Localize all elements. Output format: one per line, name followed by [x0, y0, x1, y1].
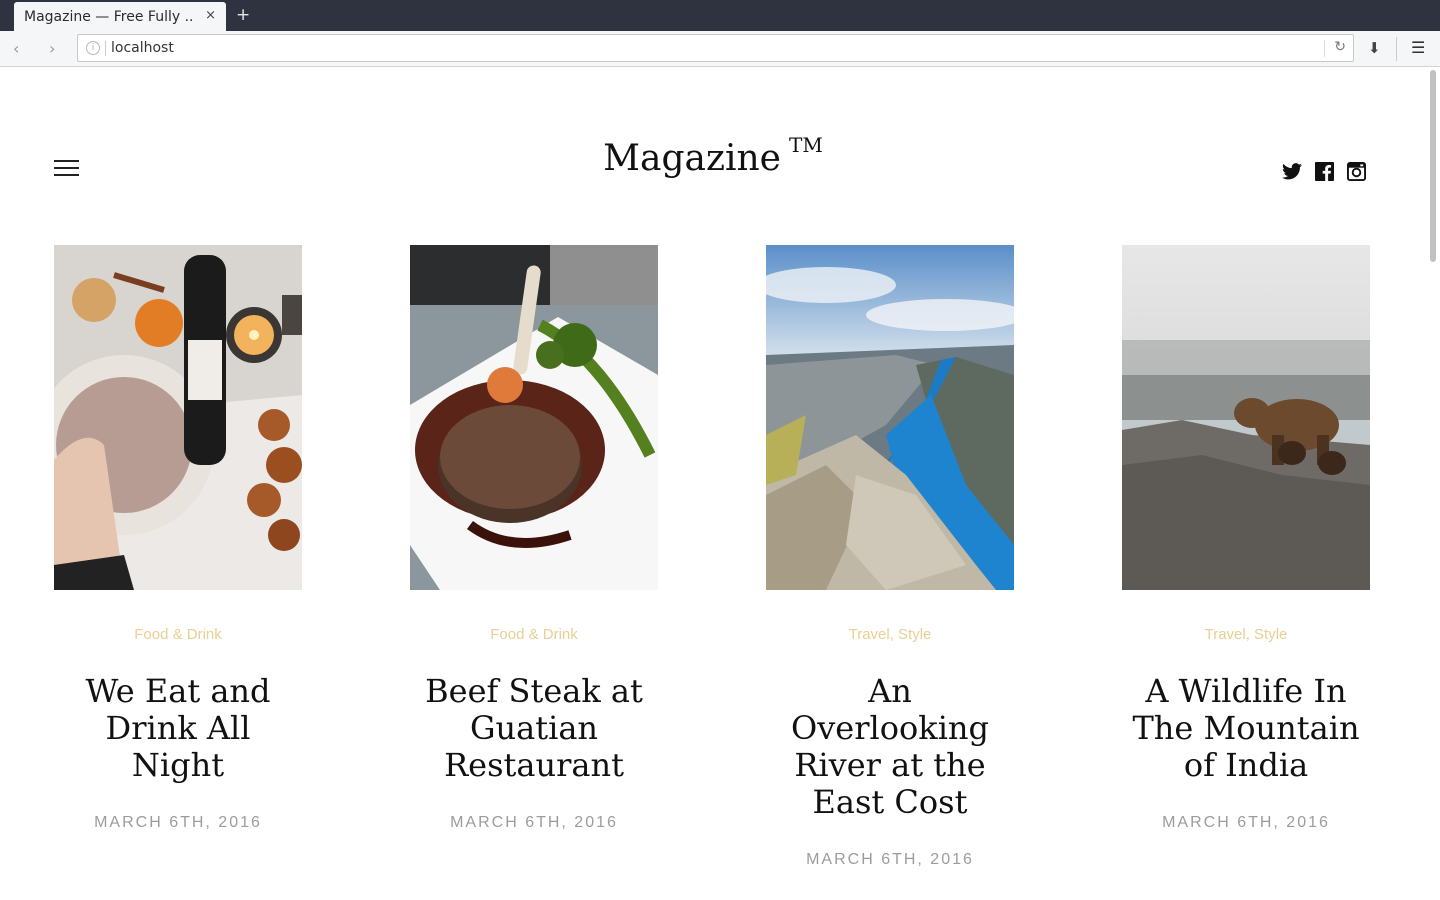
- facebook-icon[interactable]: [1314, 161, 1334, 181]
- reload-icon[interactable]: ↻: [1334, 39, 1346, 55]
- post-title[interactable]: A Wildlife In The Mountain of India: [1122, 673, 1370, 784]
- new-tab-button[interactable]: +: [236, 5, 250, 25]
- download-icon[interactable]: ⬇: [1368, 39, 1381, 57]
- post-card[interactable]: Food & Drink Beef Steak at Guatian Resta…: [410, 245, 658, 832]
- post-category[interactable]: Travel, Style: [1122, 626, 1370, 643]
- post-category[interactable]: Food & Drink: [410, 626, 658, 643]
- browser-menu-icon[interactable]: ☰: [1411, 38, 1425, 57]
- post-card[interactable]: Food & Drink We Eat and Drink All Night …: [54, 245, 302, 832]
- toolbar-divider: [1396, 37, 1397, 61]
- page-scrollbar[interactable]: [1426, 68, 1440, 900]
- post-title[interactable]: An Overlooking River at the East Cost: [766, 673, 1014, 821]
- forward-button[interactable]: ›: [49, 39, 55, 58]
- url-divider: [105, 41, 106, 56]
- post-card[interactable]: Travel, Style An Overlooking River at th…: [766, 245, 1014, 869]
- browser-navbar: ‹ › i localhost ↻ ⬇ ☰: [0, 31, 1440, 67]
- bear-mountain-photo[interactable]: [1122, 245, 1370, 590]
- close-tab-icon[interactable]: ×: [205, 8, 216, 23]
- post-date: MARCH 6TH, 2016: [1162, 814, 1330, 831]
- fjord-cliff-photo[interactable]: [766, 245, 1014, 590]
- post-title[interactable]: Beef Steak at Guatian Restaurant: [410, 673, 658, 784]
- post-date: MARCH 6TH, 2016: [94, 814, 262, 831]
- food-flatlay-photo[interactable]: [54, 245, 302, 590]
- post-title[interactable]: We Eat and Drink All Night: [54, 673, 302, 784]
- logo-trademark: TM: [788, 133, 823, 157]
- twitter-icon[interactable]: [1282, 161, 1302, 181]
- tab-title: Magazine — Free Fully ...: [24, 8, 194, 25]
- steak-plate-photo[interactable]: [410, 245, 658, 590]
- scrollbar-thumb[interactable]: [1430, 70, 1436, 262]
- url-text[interactable]: localhost: [111, 40, 174, 56]
- reload-divider: [1324, 40, 1325, 57]
- back-button[interactable]: ‹: [13, 39, 19, 58]
- logo-text: Magazine: [603, 138, 781, 179]
- post-card[interactable]: Travel, Style A Wildlife In The Mountain…: [1122, 245, 1370, 832]
- browser-tab[interactable]: Magazine — Free Fully ... ×: [14, 2, 226, 31]
- instagram-icon[interactable]: [1346, 161, 1366, 181]
- site-logo[interactable]: Magazine TM: [0, 133, 1426, 179]
- post-category[interactable]: Food & Drink: [54, 626, 302, 643]
- page-content: Magazine TM Food & Drink We Eat and Drin…: [0, 68, 1426, 900]
- post-category[interactable]: Travel, Style: [766, 626, 1014, 643]
- address-bar[interactable]: i localhost ↻: [77, 34, 1354, 62]
- post-date: MARCH 6TH, 2016: [806, 851, 974, 868]
- site-info-icon[interactable]: i: [86, 41, 100, 55]
- browser-tabbar: Magazine — Free Fully ... × +: [0, 0, 1440, 31]
- post-date: MARCH 6TH, 2016: [450, 814, 618, 831]
